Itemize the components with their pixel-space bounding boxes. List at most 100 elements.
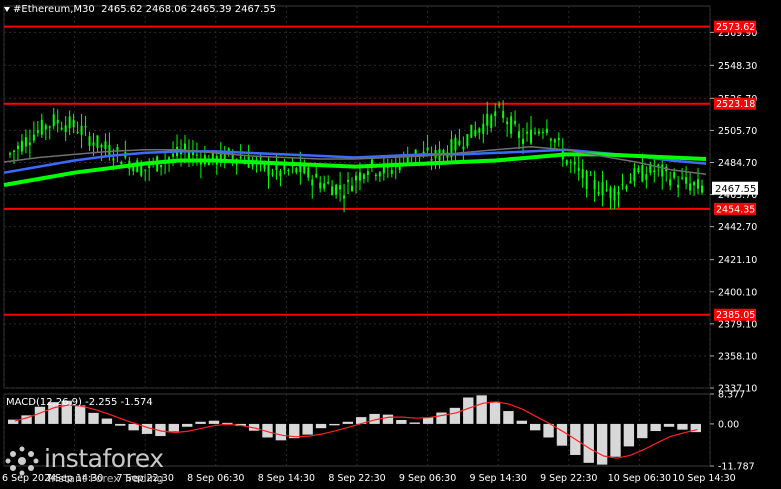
candle-body: [529, 129, 532, 144]
candle-body: [498, 104, 501, 106]
candle-body: [172, 153, 175, 157]
candle-body: [597, 192, 600, 195]
candle-body: [52, 114, 55, 127]
candle-body: [390, 169, 393, 174]
candle-body: [28, 142, 31, 145]
candle-body: [669, 179, 672, 186]
x-tick-label: 9 Sep 14:30: [470, 473, 527, 484]
candle-body: [168, 157, 171, 160]
candle-body: [486, 113, 489, 126]
candle-body: [641, 165, 644, 182]
macd-histogram-bar: [637, 423, 648, 439]
level-label: 2523.18: [716, 99, 755, 110]
macd-histogram-bar: [195, 421, 206, 424]
candle-body: [426, 147, 429, 151]
price-tick-label: 2400.10: [718, 287, 757, 298]
macd-histogram-bar: [396, 419, 407, 424]
candle-body: [355, 175, 357, 181]
candle-body: [526, 131, 529, 134]
candle-body: [510, 116, 513, 134]
macd-histogram-bar: [543, 423, 554, 438]
candle-body: [362, 174, 365, 179]
candle-body: [80, 125, 83, 135]
macd-histogram-bar: [88, 412, 99, 424]
candle-body: [60, 127, 63, 130]
candle-body: [490, 115, 493, 128]
current-price-tag: 2467.55: [712, 181, 758, 195]
ohlc-values: 2465.62 2468.06 2465.39 2467.55: [101, 4, 277, 15]
macd-histogram-bar: [115, 423, 126, 426]
x-tick-label: 10 Sep 14:30: [672, 473, 735, 484]
macd-histogram-bar: [208, 420, 220, 424]
macd-histogram-bar: [476, 395, 487, 424]
candle-body: [187, 152, 190, 160]
candle-body: [494, 111, 497, 116]
candle-body: [319, 182, 322, 189]
macd-histogram-bar: [302, 423, 313, 435]
candle-body: [685, 177, 688, 184]
candle-body: [462, 146, 465, 149]
candle-body: [343, 195, 346, 199]
candle-body: [366, 171, 369, 175]
candle-body: [160, 165, 163, 168]
trading-chart[interactable]: 2569.902548.302526.702505.702484.702463.…: [0, 0, 781, 489]
candle-body: [502, 111, 505, 119]
candle-body: [637, 168, 640, 172]
candle-body: [271, 173, 274, 175]
candle-body: [573, 161, 576, 165]
macd-histogram-bar: [650, 423, 661, 432]
candle-body: [613, 188, 616, 201]
macd-histogram-bar: [34, 406, 46, 424]
candle-body: [267, 164, 270, 176]
macd-histogram-bar: [329, 423, 340, 426]
macd-histogram-bar: [222, 422, 233, 424]
candle-body: [100, 144, 103, 148]
candle-body: [279, 170, 282, 177]
candle-body: [64, 125, 67, 133]
macd-histogram-bar: [74, 405, 86, 424]
candle-body: [565, 160, 568, 165]
candle-body: [88, 136, 91, 146]
candle-body: [36, 130, 39, 133]
candle-body: [514, 120, 517, 124]
candle-body: [454, 137, 457, 151]
candle-body: [693, 182, 696, 186]
macd-histogram-bar: [596, 423, 608, 465]
price-tick-label: 2358.10: [718, 351, 757, 362]
candle-body: [553, 139, 556, 143]
dropdown-triangle-icon[interactable]: [4, 6, 10, 12]
candle-body: [645, 174, 648, 180]
macd-histogram-bar: [583, 423, 594, 463]
macd-histogram-bar: [556, 423, 568, 446]
candle-body: [303, 165, 306, 174]
price-tick-label: 2484.70: [718, 158, 757, 169]
candle-body: [677, 184, 680, 188]
price-tick-label: 2548.30: [718, 61, 757, 72]
level-label: 2454.35: [716, 204, 755, 215]
candle-body: [466, 134, 469, 147]
candle-body: [259, 157, 262, 159]
candle-body: [533, 132, 536, 134]
level-label: 2385.05: [716, 310, 755, 321]
macd-histogram-bar: [422, 417, 434, 424]
x-tick-label: 9 Sep 06:30: [399, 473, 456, 484]
price-tick-label: 2442.70: [718, 222, 757, 233]
candle-body: [112, 158, 115, 161]
candle-body: [482, 123, 485, 134]
candle-body: [609, 187, 612, 198]
candle-body: [76, 131, 79, 133]
candle-body: [537, 131, 540, 134]
candle-body: [339, 185, 342, 190]
candle-body: [430, 159, 433, 161]
candle-body: [661, 164, 664, 177]
macd-histogram-bar: [168, 423, 179, 432]
candle-body: [92, 142, 95, 146]
candle-body: [478, 128, 481, 133]
x-tick-label: 10 Sep 06:30: [608, 473, 671, 484]
candle-body: [56, 119, 59, 124]
candle-body: [522, 139, 525, 144]
macd-histogram-bar: [503, 411, 514, 424]
candle-body: [506, 121, 509, 125]
candle-body: [625, 186, 628, 190]
current-price-label: 2467.55: [715, 184, 756, 195]
